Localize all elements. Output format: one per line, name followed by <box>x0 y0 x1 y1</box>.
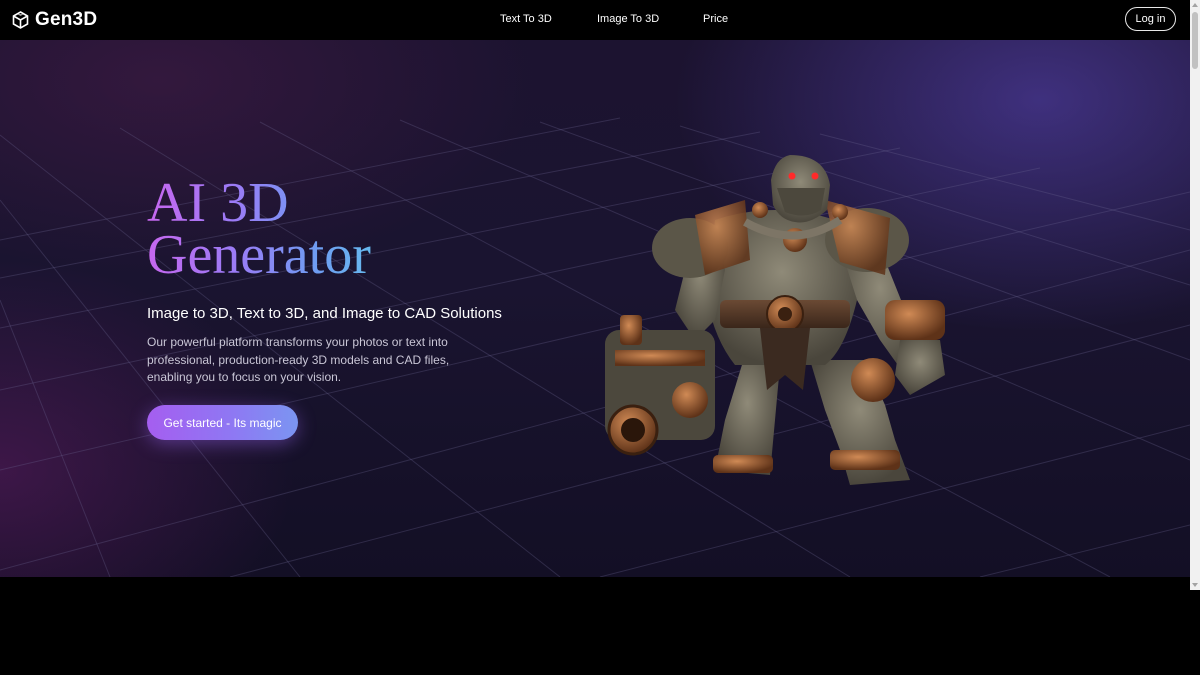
scroll-up-arrow-icon[interactable] <box>1192 3 1198 7</box>
page: Gen3D Text To 3D Image To 3D Price Log i… <box>0 0 1200 675</box>
steampunk-ogre-3d-model <box>605 155 945 485</box>
page-scrollbar[interactable] <box>1190 0 1200 590</box>
brand-logo-link[interactable]: Gen3D <box>12 9 97 31</box>
hero-subtitle: Image to 3D, Text to 3D, and Image to CA… <box>147 305 502 322</box>
hero-title-line-1: AI 3D <box>147 172 289 234</box>
nav-link-price[interactable]: Price <box>703 13 728 25</box>
cube-logo-icon <box>12 11 29 29</box>
scrollbar-thumb[interactable] <box>1192 12 1198 69</box>
top-navbar: Gen3D Text To 3D Image To 3D Price Log i… <box>0 0 1190 40</box>
hero-description: Our powerful platform transforms your ph… <box>147 335 450 384</box>
get-started-button[interactable]: Get started - Its magic <box>147 405 298 440</box>
nav-link-text-to-3d[interactable]: Text To 3D <box>500 13 552 25</box>
nav-link-image-to-3d[interactable]: Image To 3D <box>597 13 659 25</box>
hero-title-line-2: Generator <box>147 224 371 286</box>
brand-name: Gen3D <box>35 9 98 30</box>
scroll-down-arrow-icon[interactable] <box>1192 583 1198 587</box>
login-button[interactable]: Log in <box>1125 7 1176 31</box>
hero-section: AI 3D Generator Image to 3D, Text to 3D,… <box>0 40 1190 577</box>
hero-title: AI 3D Generator <box>147 177 371 281</box>
